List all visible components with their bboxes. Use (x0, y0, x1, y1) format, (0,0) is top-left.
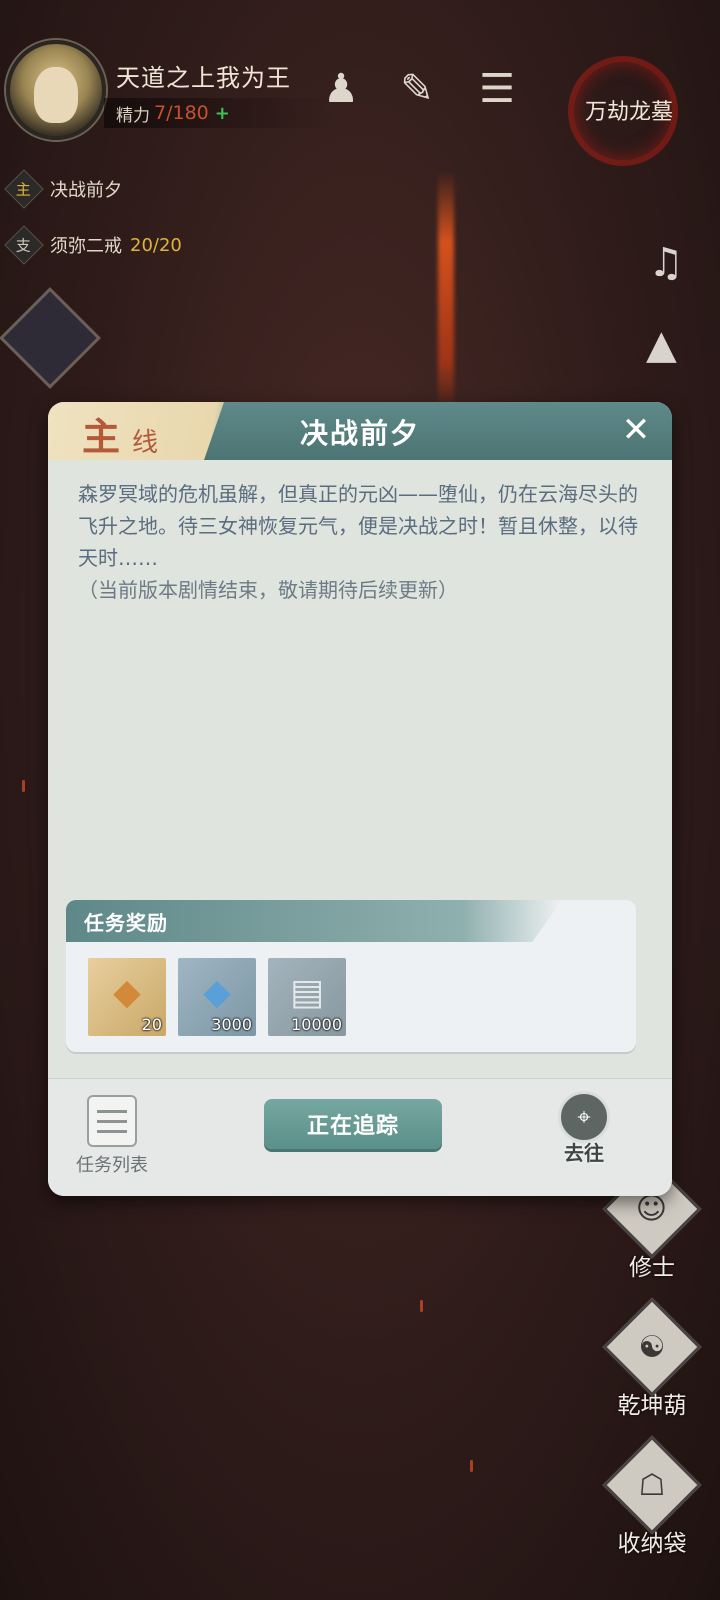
goto-button[interactable]: ⌖ 去往 (544, 1091, 624, 1166)
dialog-footer: 任务列表 正在追踪 ⌖ 去往 (48, 1078, 672, 1196)
fire-streak (438, 170, 454, 410)
ember (470, 1460, 473, 1472)
blue-crystal-icon: ◆ (203, 971, 231, 1013)
quest-dialog: 主 线 决战前夕 ✕ 森罗冥域的危机虽解，但真正的元凶——堕仙，仍在云海尽头的飞… (48, 402, 672, 1196)
main-quest-tracker[interactable]: 主 决战前夕 (4, 169, 122, 209)
cultivator-icon: ☺ (636, 1191, 668, 1227)
gourd-icon: ☯ (638, 1329, 666, 1365)
tracking-button[interactable]: 正在追踪 (264, 1099, 442, 1149)
close-icon[interactable]: ✕ (616, 410, 656, 450)
demon-icon[interactable] (0, 287, 101, 389)
quest-description: 森罗冥域的危机虽解，但真正的元凶——堕仙，仍在云海尽头的飞升之地。待三女神恢复元… (78, 478, 644, 606)
bag-button[interactable]: ☖ 收纳袋 (602, 1435, 702, 1558)
reward-title: 任务奖励 (84, 911, 168, 935)
energy-bar[interactable]: 精力 7/180 + (104, 98, 334, 128)
spirit-stone-icon: ◆ (113, 971, 141, 1013)
mountain-icon[interactable]: ▲ (646, 322, 677, 368)
scroll-icon: ▤ (289, 971, 324, 1013)
music-note-icon[interactable]: ♫ (648, 240, 684, 286)
reward-list: ◆ 20 ◆ 3000 ▤ 10000 (88, 958, 346, 1036)
list-icon (87, 1095, 137, 1147)
pawn-icon[interactable]: ♟ (314, 60, 368, 118)
reward-count: 3000 (211, 1015, 252, 1034)
player-avatar[interactable] (6, 40, 106, 140)
gourd-button[interactable]: ☯ 乾坤葫 (602, 1297, 702, 1420)
scroll-icon[interactable]: ☰ (470, 60, 524, 118)
goto-label: 去往 (564, 1141, 604, 1165)
reward-item-spirit-stone[interactable]: ◆ 20 (88, 958, 166, 1036)
reward-count: 10000 (291, 1015, 342, 1034)
scroll-map-icon[interactable]: ✎ (390, 60, 444, 118)
bag-icon: ☖ (638, 1467, 666, 1503)
quest-list-label: 任务列表 (76, 1155, 148, 1176)
energy-label: 精力 (116, 105, 150, 126)
ember (420, 1300, 423, 1312)
ember (22, 780, 25, 792)
main-quest-name: 决战前夕 (50, 180, 122, 201)
reward-item-scroll[interactable]: ▤ 10000 (268, 958, 346, 1036)
reward-count: 20 (141, 1015, 162, 1034)
side-quest-tracker[interactable]: 支 须弥二戒 20/20 (4, 225, 182, 265)
side-quest-name: 须弥二戒 (50, 236, 122, 257)
reward-item-crystal[interactable]: ◆ 3000 (178, 958, 256, 1036)
map-pin-icon: ⌖ (558, 1091, 610, 1143)
quest-list-button[interactable]: 任务列表 (72, 1095, 152, 1177)
dialog-title: 决战前夕 (299, 417, 420, 450)
quest-note-text: （当前版本剧情结束，敬请期待后续更新） (78, 578, 458, 602)
dungeon-label[interactable]: 万劫龙墓 (574, 94, 684, 126)
reward-panel: 任务奖励 ◆ 20 ◆ 3000 ▤ 10000 (66, 900, 636, 1052)
side-quest-badge: 支 (16, 236, 32, 255)
player-nickname: 天道之上我为王 (116, 64, 291, 92)
energy-value: 7/180 (154, 102, 209, 124)
side-quest-progress: 20/20 (130, 234, 182, 256)
main-quest-badge: 主 (16, 180, 32, 199)
quest-story-text: 森罗冥域的危机虽解，但真正的元凶——堕仙，仍在云海尽头的飞升之地。待三女神恢复元… (78, 482, 638, 570)
energy-add-icon[interactable]: + (215, 103, 230, 124)
